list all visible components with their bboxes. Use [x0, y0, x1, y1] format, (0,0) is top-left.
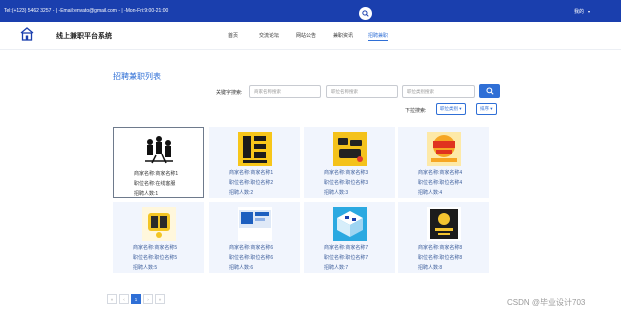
job-card[interactable]: 商家名称:商家名称3 职位名称:职位名称3 招聘人数:3 — [304, 127, 395, 198]
gold-recruit-poster-image — [141, 207, 176, 241]
dropdown-search-label: 下拉搜索: — [405, 108, 427, 114]
pagination: « ‹ 1 › » — [107, 294, 165, 304]
user-menu[interactable]: 我的 ▾ — [574, 8, 590, 15]
recruit-count: 招聘人数:3 — [324, 190, 349, 196]
position-name: 职位名称:在线客服 — [134, 181, 176, 187]
orange-recruit-poster-image — [426, 132, 461, 166]
position-name: 职位名称:职位名称3 — [324, 180, 369, 186]
recruit-text-poster-image — [332, 132, 367, 166]
position-name: 职位名称:职位名称8 — [418, 255, 463, 261]
search-icon — [485, 87, 494, 95]
first-page-button[interactable]: « — [107, 294, 117, 304]
position-name: 职位名称:职位名称6 — [229, 255, 274, 261]
contact-info: Tel:(+123) 5462 3257 - | -Email:envato@g… — [4, 8, 169, 14]
job-card[interactable]: 商家名称:商家名称6 职位名称:职位名称6 招聘人数:6 — [209, 202, 300, 273]
recruit-count: 招聘人数:7 — [324, 265, 349, 271]
merchant-name: 商家名称:商家名称3 — [324, 170, 369, 176]
position-name-search-input[interactable]: 职位名称搜索 — [326, 85, 398, 98]
merchant-name: 商家名称:商家名称7 — [324, 245, 369, 251]
main-navbar: 线上兼职平台系统 首页 交流论坛 网站公告 兼职资讯 招聘兼职 — [0, 22, 621, 50]
top-search-button[interactable] — [359, 7, 372, 20]
nav-announcements[interactable]: 网站公告 — [296, 32, 316, 39]
user-menu-label: 我的 — [574, 9, 585, 15]
chevron-down-icon: ▾ — [588, 9, 591, 14]
job-card[interactable]: 商家名称:商家名称5 职位名称:职位名称5 招聘人数:5 — [113, 202, 204, 273]
search-icon — [362, 10, 369, 17]
nav-news[interactable]: 兼职资讯 — [333, 32, 353, 39]
recruit-count: 招聘人数:5 — [133, 265, 158, 271]
next-page-button[interactable]: › — [143, 294, 153, 304]
sort-dropdown[interactable]: 排序 ▾ — [476, 103, 497, 115]
position-name: 职位名称:职位名称4 — [418, 180, 463, 186]
top-contact-bar: Tel:(+123) 5462 3257 - | -Email:envato@g… — [0, 0, 621, 22]
isometric-office-image — [332, 207, 367, 241]
nav-forum[interactable]: 交流论坛 — [259, 32, 279, 39]
nav-home[interactable]: 首页 — [228, 32, 238, 39]
recruit-count: 招聘人数:4 — [418, 190, 443, 196]
recruit-count: 招聘人数:8 — [418, 265, 443, 271]
recruit-count: 招聘人数:1 — [134, 191, 159, 197]
merchant-name: 商家名称:商家名称4 — [418, 170, 463, 176]
prev-page-button[interactable]: ‹ — [119, 294, 129, 304]
watermark: CSDN @毕业设计703 — [507, 298, 586, 307]
job-card[interactable]: 商家名称:商家名称7 职位名称:职位名称7 招聘人数:7 — [304, 202, 395, 273]
keyword-search-label: 关键字搜索: — [216, 90, 243, 96]
merchant-name: 商家名称:商家名称1 — [229, 170, 274, 176]
page-1-button[interactable]: 1 — [131, 294, 141, 304]
blue-banner-image — [237, 207, 272, 241]
position-name: 职位名称:职位名称5 — [133, 255, 178, 261]
silhouette-people-image — [141, 133, 176, 167]
dark-recruit-poster-image — [426, 207, 461, 241]
position-name: 职位名称:职位名称2 — [229, 180, 274, 186]
job-card[interactable]: 商家名称:商家名称1 职位名称:在线客服 招聘人数:1 — [113, 127, 204, 198]
job-card[interactable]: 商家名称:商家名称8 职位名称:职位名称8 招聘人数:8 — [398, 202, 489, 273]
merchant-name: 商家名称:商家名称6 — [229, 245, 274, 251]
job-card[interactable]: 商家名称:商家名称1 职位名称:职位名称2 招聘人数:2 — [209, 127, 300, 198]
search-button[interactable] — [479, 84, 500, 98]
merchant-name: 商家名称:商家名称5 — [133, 245, 178, 251]
merchant-name: 商家名称:商家名称1 — [134, 171, 179, 177]
merchant-name-search-input[interactable]: 商家名称搜索 — [249, 85, 321, 98]
position-name: 职位名称:职位名称7 — [324, 255, 369, 261]
job-card[interactable]: 商家名称:商家名称4 职位名称:职位名称4 招聘人数:4 — [398, 127, 489, 198]
recruit-count: 招聘人数:6 — [229, 265, 254, 271]
position-category-search-input[interactable]: 职位类别搜索 — [402, 85, 475, 98]
yellow-poster-image — [237, 132, 272, 166]
nav-recruitment[interactable]: 招聘兼职 — [368, 32, 389, 41]
page-title: 招聘兼职列表 — [113, 72, 161, 81]
last-page-button[interactable]: » — [155, 294, 165, 304]
site-brand: 线上兼职平台系统 — [56, 33, 112, 40]
position-category-dropdown[interactable]: 职位类别 ▾ — [436, 103, 466, 115]
recruit-count: 招聘人数:2 — [229, 190, 254, 196]
merchant-name: 商家名称:商家名称8 — [418, 245, 463, 251]
home-icon[interactable] — [19, 26, 35, 42]
